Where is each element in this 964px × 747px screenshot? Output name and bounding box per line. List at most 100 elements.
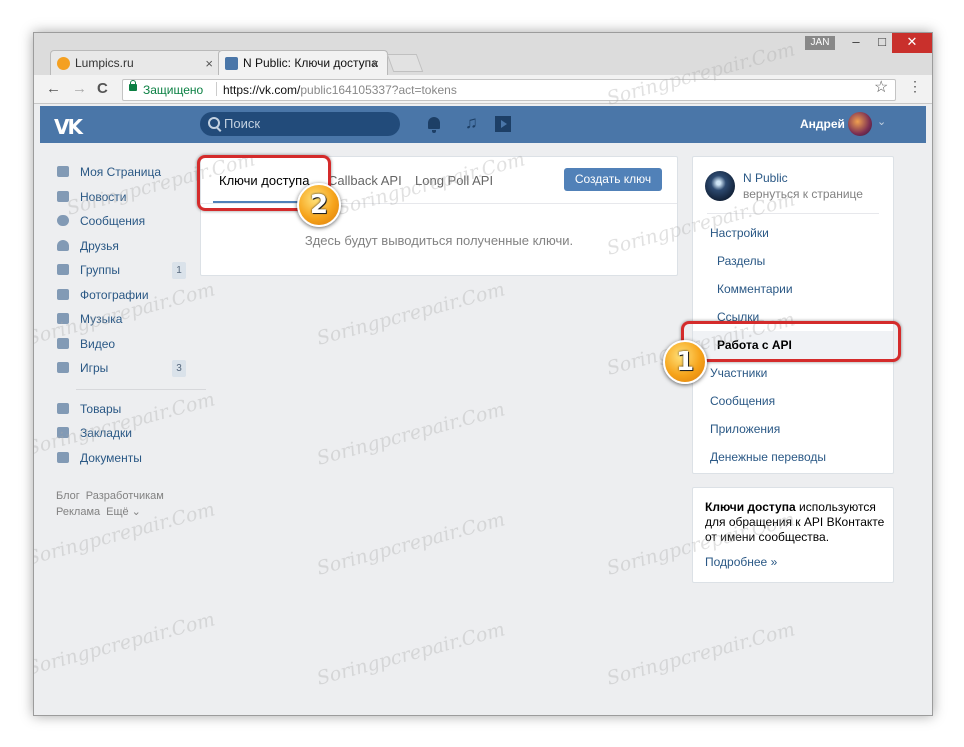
divider	[76, 388, 206, 390]
lock-icon	[129, 80, 137, 91]
left-menu-label: Игры	[80, 361, 109, 375]
footer-link-more[interactable]: Ещё ⌄	[106, 506, 141, 518]
watermark: Soringpcrepair.Com	[314, 508, 508, 580]
left-menu-item-bookmarks[interactable]: Закладки	[54, 421, 214, 446]
left-menu-item-friends[interactable]: Друзья	[54, 234, 214, 259]
group-avatar[interactable]	[705, 171, 735, 201]
count-badge: 1	[172, 262, 186, 279]
left-menu-label: Группы	[80, 263, 120, 277]
tab-title: Lumpics.ru	[75, 56, 134, 70]
close-tab-icon[interactable]: ×	[205, 51, 213, 76]
news-icon	[57, 190, 69, 202]
left-menu-item-news[interactable]: Новости	[54, 185, 214, 210]
camera-icon	[57, 288, 69, 300]
reload-icon[interactable]: C	[97, 80, 108, 97]
settings-item-members[interactable]: Участники	[693, 359, 893, 387]
step-1-badge: 1	[663, 340, 707, 384]
vk-logo[interactable]: VK	[54, 115, 83, 139]
shopping-bag-icon	[57, 402, 69, 414]
footer-link-developers[interactable]: Разработчикам	[86, 490, 164, 502]
url-field[interactable]: Защищено https://vk.com/public164105337?…	[122, 79, 896, 101]
settings-item-settings[interactable]: Настройки	[693, 219, 893, 247]
video-icon	[57, 337, 69, 349]
url-host: https://vk.com/	[223, 83, 301, 97]
settings-item-money-transfers[interactable]: Денежные переводы	[693, 443, 893, 471]
left-menu-label: Моя Страница	[80, 165, 162, 179]
tab-callback-api[interactable]: Callback API	[328, 173, 402, 188]
browser-menu-icon[interactable]: ⋮	[908, 78, 922, 95]
left-menu-label: Товары	[80, 401, 122, 416]
left-menu-item-documents[interactable]: Документы	[54, 446, 214, 471]
play-icon[interactable]	[495, 116, 511, 132]
star-icon	[57, 427, 69, 438]
browser-tab-vk[interactable]: N Public: Ключи доступа ×	[218, 50, 388, 75]
create-key-button[interactable]: Создать ключ	[564, 168, 662, 191]
lumpics-favicon-icon	[57, 57, 70, 70]
left-menu-item-music[interactable]: Музыка	[54, 307, 214, 332]
count-badge: 3	[172, 360, 186, 377]
vk-favicon-icon	[225, 57, 238, 70]
close-tab-icon[interactable]: ×	[371, 51, 379, 76]
footer-link-ads[interactable]: Реклама	[56, 506, 100, 518]
settings-item-apps[interactable]: Приложения	[693, 415, 893, 443]
left-menu-item-my-page[interactable]: Моя Страница	[54, 160, 214, 185]
info-text: Ключи доступа используются для обращения…	[705, 500, 885, 545]
address-bar: ← → C Защищено https://vk.com/public1641…	[34, 75, 932, 104]
home-icon	[57, 166, 69, 177]
avatar[interactable]	[848, 112, 872, 136]
settings-item-label: Сообщения	[710, 394, 776, 408]
settings-item-label: Настройки	[710, 226, 769, 240]
user-name[interactable]: Андрей	[800, 117, 845, 131]
tab-strip: Lumpics.ru × N Public: Ключи доступа × J…	[34, 33, 932, 75]
tab-title: N Public: Ключи доступа	[243, 56, 378, 70]
url-text: https://vk.com/public164105337?act=token…	[223, 83, 457, 97]
left-menu-item-goods[interactable]: Товары	[54, 397, 214, 422]
settings-item-label: Комментарии	[717, 282, 793, 296]
left-menu-item-photos[interactable]: Фотографии	[54, 283, 214, 308]
empty-message: Здесь будут выводиться полученные ключи.	[304, 233, 574, 248]
settings-item-messages[interactable]: Сообщения	[693, 387, 893, 415]
left-menu-item-groups[interactable]: Группы 1	[54, 258, 214, 283]
bookmark-star-icon[interactable]: ☆	[874, 77, 888, 97]
left-menu-item-games[interactable]: Игры 3	[54, 356, 214, 381]
watermark: Soringpcrepair.Com	[33, 608, 218, 680]
browser-window: Lumpics.ru × N Public: Ключи доступа × J…	[33, 32, 933, 716]
search-input[interactable]: Поиск	[200, 112, 400, 136]
watermark: Soringpcrepair.Com	[314, 618, 508, 690]
document-icon	[57, 451, 69, 463]
minimize-button[interactable]: –	[842, 33, 870, 53]
new-tab-button[interactable]	[386, 54, 424, 72]
footer-link-blog[interactable]: Блог	[56, 490, 80, 502]
friends-icon	[57, 239, 69, 251]
left-menu-label: Музыка	[80, 312, 123, 326]
settings-item-label: Участники	[710, 366, 768, 380]
settings-item-label: Денежные переводы	[710, 450, 827, 464]
chevron-down-icon[interactable]: ⌄	[877, 115, 886, 128]
browser-tab-lumpics[interactable]: Lumpics.ru ×	[50, 50, 222, 75]
left-menu-label: Фотографии	[80, 287, 149, 302]
back-to-page-link[interactable]: вернуться к странице	[743, 187, 863, 201]
profile-badge[interactable]: JAN	[805, 36, 835, 50]
group-name[interactable]: N Public	[743, 171, 788, 185]
groups-icon	[57, 264, 69, 275]
close-window-button[interactable]: ✕	[892, 33, 932, 53]
watermark: Soringpcrepair.Com	[314, 278, 508, 350]
forward-arrow-icon[interactable]: →	[72, 80, 87, 97]
highlight-api-item	[681, 321, 901, 362]
watermark: Soringpcrepair.Com	[314, 398, 508, 470]
tab-long-poll-api[interactable]: Long Poll API	[415, 173, 493, 188]
settings-item-comments[interactable]: Комментарии	[693, 275, 893, 303]
left-menu-item-messages[interactable]: Сообщения	[54, 209, 214, 234]
left-menu-label: Видео	[80, 336, 116, 351]
music-note-icon[interactable]: ♫	[465, 113, 478, 133]
url-path: public164105337?act=tokens	[300, 83, 457, 97]
back-arrow-icon[interactable]: ←	[46, 80, 61, 97]
settings-item-sections[interactable]: Разделы	[693, 247, 893, 275]
search-placeholder: Поиск	[224, 116, 261, 131]
left-menu-item-video[interactable]: Видео	[54, 332, 214, 357]
search-icon	[208, 117, 220, 129]
more-link[interactable]: Подробнее »	[705, 555, 777, 569]
step-2-badge: 2	[297, 183, 341, 227]
bell-icon[interactable]	[428, 117, 440, 133]
info-bold: Ключи доступа	[705, 500, 796, 514]
